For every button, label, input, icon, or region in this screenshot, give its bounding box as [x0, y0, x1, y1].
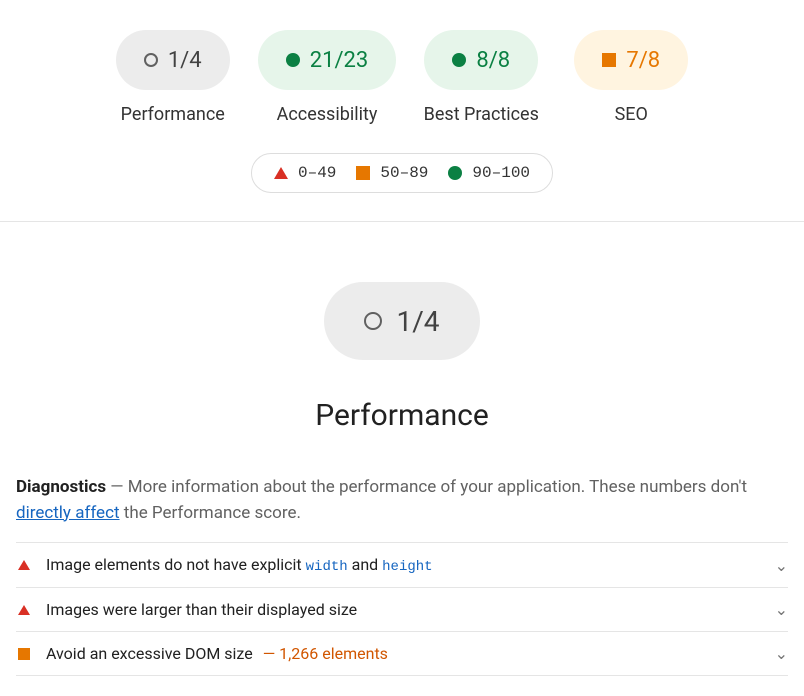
audit-code: width	[306, 559, 348, 575]
performance-section-title: Performance	[315, 398, 489, 433]
gauge-accessibility[interactable]: 21/23 Accessibility	[258, 30, 397, 125]
score-legend: 0–49 50–89 90–100	[0, 153, 804, 193]
gauge-performance-score: 1/4	[168, 48, 202, 73]
gauge-seo-pill: 7/8	[574, 30, 688, 90]
gauge-best-practices-label: Best Practices	[424, 104, 539, 125]
legend-fail: 0–49	[274, 164, 336, 182]
gauge-seo[interactable]: 7/8 SEO	[566, 30, 696, 125]
legend-avg: 50–89	[356, 164, 428, 182]
gauge-accessibility-label: Accessibility	[277, 104, 378, 125]
chevron-down-icon: ⌄	[775, 644, 788, 663]
triangle-icon	[18, 560, 30, 570]
audit-title: Image elements do not have explicit widt…	[46, 555, 761, 575]
audit-severity-icon	[16, 560, 32, 570]
audit-severity-icon	[16, 605, 32, 615]
circle-icon	[448, 166, 462, 180]
performance-section-score-pill: 1/4	[324, 282, 479, 360]
audit-code: height	[382, 559, 432, 575]
score-legend-pill: 0–49 50–89 90–100	[251, 153, 553, 193]
legend-fail-range: 0–49	[298, 164, 336, 182]
audit-display-value: — 1,266 elements	[263, 644, 388, 663]
gauge-best-practices-score: 8/8	[476, 48, 510, 73]
score-null-icon	[144, 53, 158, 67]
square-icon	[356, 166, 370, 180]
triangle-icon	[274, 167, 288, 179]
square-icon	[18, 648, 30, 660]
gauge-seo-score: 7/8	[626, 48, 660, 73]
gauge-seo-label: SEO	[615, 104, 648, 125]
score-pass-icon	[452, 53, 466, 67]
diagnostics-lead: More information about the performance o…	[128, 477, 747, 497]
audit-row-dom-size[interactable]: Avoid an excessive DOM size — 1,266 elem…	[16, 631, 788, 676]
audit-text: and	[348, 555, 383, 574]
performance-section-header: 1/4 Performance	[0, 222, 804, 453]
audit-severity-icon	[16, 648, 32, 660]
gauge-best-practices[interactable]: 8/8 Best Practices	[416, 30, 546, 125]
audit-list: Image elements do not have explicit widt…	[0, 534, 804, 696]
audit-text: Avoid an excessive DOM size	[46, 644, 253, 663]
performance-section-score: 1/4	[396, 305, 439, 338]
gauge-performance[interactable]: 1/4 Performance	[108, 30, 238, 125]
diagnostics-link[interactable]: directly affect	[16, 503, 120, 523]
gauge-best-practices-pill: 8/8	[424, 30, 538, 90]
diagnostics-label: Diagnostics	[16, 477, 106, 497]
triangle-icon	[18, 605, 30, 615]
gauge-performance-pill: 1/4	[116, 30, 230, 90]
diagnostics-sep: —	[106, 477, 128, 497]
audit-title: Images were larger than their displayed …	[46, 600, 761, 619]
audit-row-image-dimensions[interactable]: Image elements do not have explicit widt…	[16, 542, 788, 587]
legend-pass-range: 90–100	[472, 164, 530, 182]
audit-title: Avoid an excessive DOM size — 1,266 elem…	[46, 644, 761, 663]
score-pass-icon	[286, 53, 300, 67]
score-null-icon	[364, 312, 382, 330]
chevron-down-icon: ⌄	[775, 600, 788, 619]
legend-pass: 90–100	[448, 164, 530, 182]
diagnostics-intro: Diagnostics — More information about the…	[0, 453, 804, 534]
legend-avg-range: 50–89	[380, 164, 428, 182]
audit-text: Images were larger than their displayed …	[46, 600, 357, 619]
gauge-accessibility-pill: 21/23	[258, 30, 397, 90]
gauge-accessibility-score: 21/23	[310, 48, 369, 73]
chevron-down-icon: ⌄	[775, 556, 788, 575]
diagnostics-tail: the Performance score.	[120, 503, 301, 523]
audit-text: Image elements do not have explicit	[46, 555, 306, 574]
gauge-performance-label: Performance	[121, 104, 225, 125]
audit-row-image-size[interactable]: Images were larger than their displayed …	[16, 587, 788, 631]
score-gauges: 1/4 Performance 21/23 Accessibility 8/8 …	[0, 0, 804, 125]
score-avg-icon	[602, 53, 616, 67]
